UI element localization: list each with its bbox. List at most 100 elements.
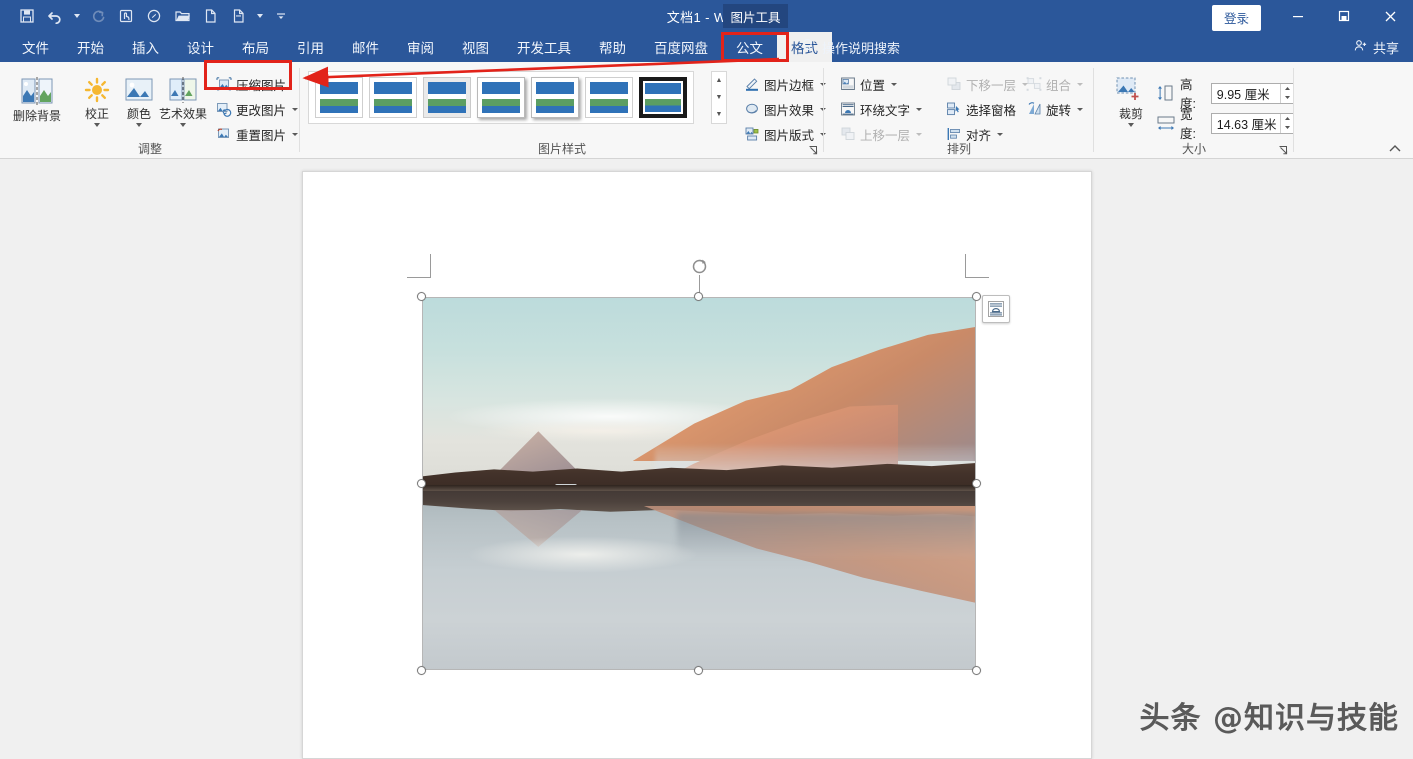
corrections-caret-icon[interactable] xyxy=(94,123,100,127)
rotate-caret-icon[interactable] xyxy=(1077,108,1083,111)
send-backward-caret-icon xyxy=(1022,83,1028,86)
position-caret-icon[interactable] xyxy=(891,83,897,86)
tab-file[interactable]: 文件 xyxy=(8,32,63,62)
customize-quick-access-toolbar-button[interactable] xyxy=(268,3,294,29)
color-caret-icon[interactable] xyxy=(136,123,142,127)
tab-review[interactable]: 审阅 xyxy=(393,32,448,62)
remove-background-icon xyxy=(20,76,54,108)
resize-handle-top-left[interactable] xyxy=(417,292,426,301)
new-dropdown-caret[interactable] xyxy=(253,3,266,29)
gallery-scroll-controls[interactable]: ▲ ▼ ▼ xyxy=(711,71,727,124)
picture-styles-dialog-launcher[interactable] xyxy=(808,144,820,156)
resize-handle-top-center[interactable] xyxy=(694,292,703,301)
gallery-scroll-up-icon[interactable]: ▲ xyxy=(712,72,726,89)
resize-handle-middle-left[interactable] xyxy=(417,479,426,488)
selection-pane-button[interactable]: 选择窗格 xyxy=(942,98,1020,120)
picture-border-label: 图片边框 xyxy=(764,75,814,94)
save-button[interactable] xyxy=(14,3,40,29)
position-icon xyxy=(840,76,856,92)
resize-handle-middle-right[interactable] xyxy=(972,479,981,488)
picture-width-label: 宽度: xyxy=(1180,104,1207,142)
artistic-effects-button[interactable]: 艺术效果 xyxy=(152,72,214,127)
tab-references[interactable]: 引用 xyxy=(283,32,338,62)
share-person-icon xyxy=(1353,38,1368,56)
tab-design[interactable]: 设计 xyxy=(173,32,228,62)
minimize-icon[interactable] xyxy=(1275,0,1321,32)
position-button[interactable]: 位置 xyxy=(836,73,901,95)
picture-width-input[interactable]: 14.63 厘米 xyxy=(1211,113,1294,134)
resize-handle-bottom-center[interactable] xyxy=(694,666,703,675)
tab-view[interactable]: 视图 xyxy=(448,32,503,62)
tab-layout[interactable]: 布局 xyxy=(228,32,283,62)
send-backward-label: 下移一层 xyxy=(966,75,1016,94)
tab-official-document[interactable]: 公文 xyxy=(722,32,777,62)
ribbon-display-options-icon[interactable] xyxy=(1229,0,1275,32)
open-folder-icon[interactable] xyxy=(169,3,195,29)
rotate-handle-icon[interactable] xyxy=(691,258,708,275)
artistic-effects-label: 艺术效果 xyxy=(159,108,207,121)
tab-home[interactable]: 开始 xyxy=(63,32,118,62)
change-picture-button[interactable]: 更改图片 xyxy=(212,98,302,120)
resize-handle-top-right[interactable] xyxy=(972,292,981,301)
height-step-down-icon[interactable] xyxy=(1281,93,1293,103)
undo-dropdown-caret[interactable] xyxy=(70,3,83,29)
picture-effects-button[interactable]: 图片效果 xyxy=(740,98,830,120)
picture-width-stepper[interactable] xyxy=(1280,114,1293,133)
tab-mailings[interactable]: 邮件 xyxy=(338,32,393,62)
wrap-text-button[interactable]: 环绕文字 xyxy=(836,98,926,120)
tell-me-search[interactable]: 操作说明搜索 xyxy=(800,32,900,62)
layout-options-button[interactable] xyxy=(982,295,1010,323)
selected-picture[interactable] xyxy=(422,297,976,670)
size-dialog-launcher[interactable] xyxy=(1278,144,1290,156)
resize-handle-bottom-left[interactable] xyxy=(417,666,426,675)
tab-developer[interactable]: 开发工具 xyxy=(503,32,585,62)
reset-picture-caret-icon[interactable] xyxy=(292,133,298,136)
picture-border-button[interactable]: 图片边框 xyxy=(740,73,830,95)
align-caret-icon[interactable] xyxy=(997,133,1003,136)
picture-height-stepper[interactable] xyxy=(1280,84,1293,103)
picture-style-thumb-selected[interactable] xyxy=(639,77,687,118)
tab-baidu-netdisk[interactable]: 百度网盘 xyxy=(640,32,722,62)
change-picture-caret-icon[interactable] xyxy=(292,108,298,111)
close-icon[interactable] xyxy=(1367,0,1413,32)
undo-button[interactable] xyxy=(42,3,68,29)
document-canvas[interactable]: 头条 @知识与技能 xyxy=(0,159,1413,759)
picture-style-thumb[interactable] xyxy=(423,77,471,118)
share-button[interactable]: 共享 xyxy=(1353,32,1399,62)
gallery-scroll-down-icon[interactable]: ▼ xyxy=(712,89,726,106)
wrap-text-caret-icon[interactable] xyxy=(916,108,922,111)
touch-mode-icon[interactable] xyxy=(113,3,139,29)
crop-button[interactable]: 裁剪 xyxy=(1102,72,1160,127)
tab-insert[interactable]: 插入 xyxy=(118,32,173,62)
picture-height-input[interactable]: 9.95 厘米 xyxy=(1211,83,1294,104)
ribbon-group-picture-styles: ▲ ▼ ▼ 图片边框 xyxy=(300,62,824,159)
collapse-ribbon-button[interactable] xyxy=(1387,141,1403,157)
tab-help[interactable]: 帮助 xyxy=(585,32,640,62)
picture-style-thumb[interactable] xyxy=(531,77,579,118)
adjust-group-label: 调整 xyxy=(0,140,300,157)
window-controls xyxy=(1229,0,1413,32)
height-step-up-icon[interactable] xyxy=(1281,84,1293,94)
picture-style-thumb[interactable] xyxy=(477,77,525,118)
document-page[interactable] xyxy=(302,171,1092,759)
picture-height-value: 9.95 厘米 xyxy=(1217,84,1270,103)
restore-icon[interactable] xyxy=(1321,0,1367,32)
picture-style-thumb[interactable] xyxy=(369,77,417,118)
mountain-lake-reflection-photo[interactable] xyxy=(422,297,976,670)
artistic-effects-caret-icon[interactable] xyxy=(180,123,186,127)
new-document-icon[interactable] xyxy=(197,3,223,29)
circle-icon[interactable] xyxy=(141,3,167,29)
picture-style-thumb[interactable] xyxy=(585,77,633,118)
resize-handle-bottom-right[interactable] xyxy=(972,666,981,675)
group-icon xyxy=(1026,76,1042,92)
width-step-up-icon[interactable] xyxy=(1281,114,1293,124)
rotate-button[interactable]: 旋转 xyxy=(1022,98,1087,120)
picture-style-thumb[interactable] xyxy=(315,77,363,118)
compress-picture-button[interactable]: 压缩图片 xyxy=(212,73,290,95)
gallery-more-icon[interactable]: ▼ xyxy=(712,106,726,123)
new-from-template-icon[interactable] xyxy=(225,3,251,29)
crop-caret-icon[interactable] xyxy=(1128,123,1134,127)
remove-background-button[interactable]: 删除背景 xyxy=(8,72,66,123)
width-step-down-icon[interactable] xyxy=(1281,123,1293,133)
picture-styles-gallery[interactable] xyxy=(308,71,694,124)
